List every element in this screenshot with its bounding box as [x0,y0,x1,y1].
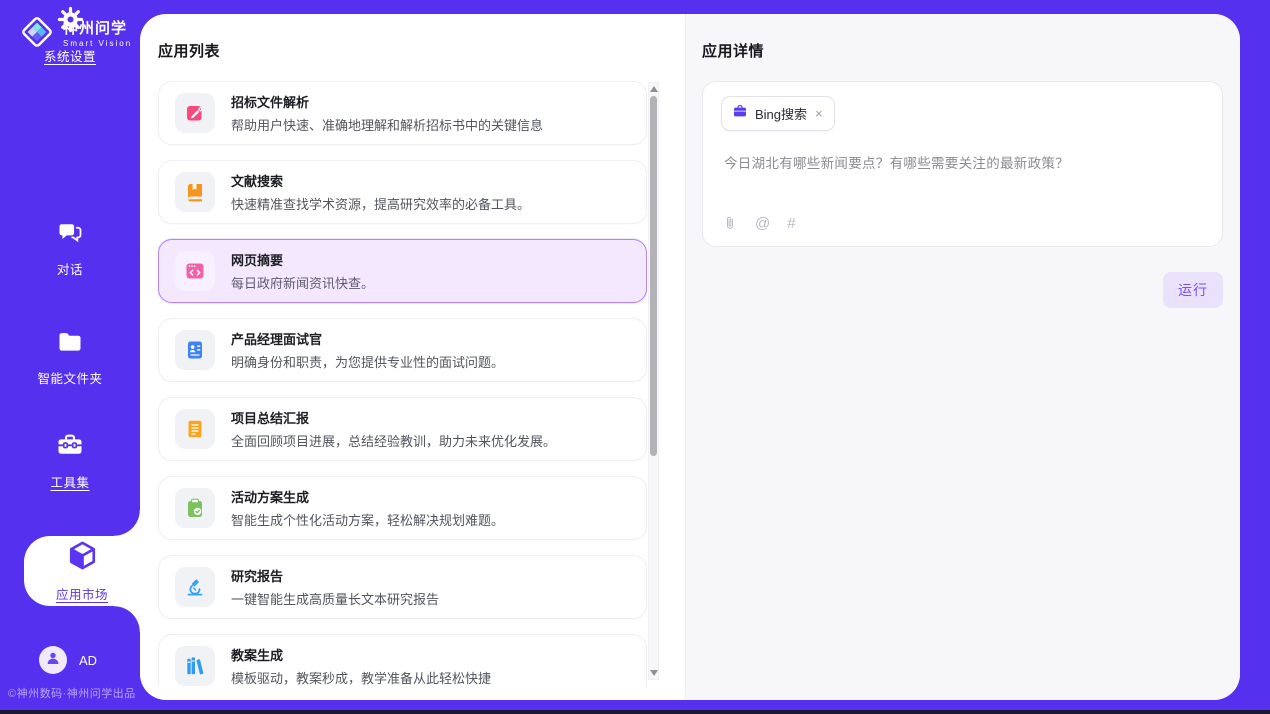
app-icon-box [175,93,215,133]
microscope-icon [183,575,207,599]
app-card[interactable]: 产品经理面试官 明确身份和职责，为您提供专业性的面试问题。 [158,318,647,382]
app-icon-box [175,646,215,686]
app-title: 教案生成 [231,645,491,664]
briefcase-icon [732,103,748,124]
sidebar-item[interactable]: 系统设置 [0,0,140,70]
app-title: 招标文件解析 [231,92,543,111]
app-icon-box [175,172,215,212]
app-list: 招标文件解析 帮助用户快速、准确地理解和解析招标书中的关键信息 文献搜索 快速精… [158,81,647,687]
app-description: 全面回顾项目进展，总结经验教训，助力未来优化发展。 [231,431,556,450]
app-description: 智能生成个性化活动方案，轻松解决规划难题。 [231,510,504,529]
app-list-scrollbar[interactable] [648,82,659,680]
books-icon [183,654,207,678]
sidebar-item[interactable]: 应用市场 [24,536,140,606]
app-card[interactable]: 文献搜索 快速精准查找学术资源，提高研究效率的必备工具。 [158,160,647,224]
gear-icon [56,5,85,39]
sidebar-item[interactable]: 对话 [0,213,140,283]
app-list-title: 应用列表 [158,40,685,61]
avatar[interactable] [39,646,67,674]
app-icon-box [175,409,215,449]
sidebar-item-label: 系统设置 [44,46,96,65]
app-icon-box [175,251,215,291]
user-initials: AD [79,653,97,668]
app-icon-box [175,330,215,370]
book-icon [183,180,207,204]
hashtag-icon[interactable]: # [787,216,795,231]
app-description: 快速精准查找学术资源，提高研究效率的必备工具。 [231,194,530,213]
bottom-edge-strip [0,710,1270,714]
clipboard-check-icon [183,496,207,520]
copyright-text: ©神州数码·神州问学出品 [8,685,136,701]
app-detail-title: 应用详情 [702,40,1223,61]
app-description: 每日政府新闻资讯快查。 [231,273,374,292]
app-description: 一键智能生成高质量长文本研究报告 [231,589,439,608]
cube-icon [66,539,99,577]
app-card[interactable]: 招标文件解析 帮助用户快速、准确地理解和解析招标书中的关键信息 [158,81,647,145]
toolbox-icon [55,430,85,465]
sidebar-item-label: 工具集 [50,472,89,491]
app-description: 帮助用户快速、准确地理解和解析招标书中的关键信息 [231,115,543,134]
prompt-card: Bing搜索 × 今日湖北有哪些新闻要点？有哪些需要关注的最新政策？ @ # [702,81,1223,247]
tag-close-icon[interactable]: × [814,107,824,120]
app-title: 活动方案生成 [231,487,504,506]
sidebar-item[interactable]: 工具集 [0,425,140,495]
sidebar-item[interactable]: 智能文件夹 [0,322,140,392]
browser-code-icon [183,259,207,283]
app-list-panel: 应用列表 招标文件解析 帮助用户快速、准确地理解和解析招标书中的关键信息 [140,14,685,700]
app-card[interactable]: 网页摘要 每日政府新闻资讯快查。 [158,239,647,303]
app-icon-box [175,488,215,528]
tool-tag-bing-search[interactable]: Bing搜索 × [721,96,835,131]
run-button[interactable]: 运行 [1163,272,1223,308]
app-detail-panel: 应用详情 Bing搜索 × 今日湖北有哪些新闻要点？有哪些需要关注的最新政策？ … [685,14,1240,700]
sidebar-item-label: 应用市场 [56,584,108,603]
user-row[interactable]: AD [39,646,97,674]
sidebar-item-label: 对话 [57,259,83,278]
mention-icon[interactable]: @ [755,216,770,231]
sidebar-item-label: 智能文件夹 [37,368,102,387]
app-title: 文献搜索 [231,171,530,190]
app-card[interactable]: 活动方案生成 智能生成个性化活动方案，轻松解决规划难题。 [158,476,647,540]
paperclip-icon[interactable] [722,214,738,233]
app-card[interactable]: 项目总结汇报 全面回顾项目进展，总结经验教训，助力未来优化发展。 [158,397,647,461]
person-icon [44,649,62,672]
sidebar-nav: 对话 智能文件夹 工具集 应用市场 系统设置 [0,0,140,710]
app-description: 明确身份和职责，为您提供专业性的面试问题。 [231,352,504,371]
app-title: 研究报告 [231,566,439,585]
report-icon [183,417,207,441]
main-panel: 应用列表 招标文件解析 帮助用户快速、准确地理解和解析招标书中的关键信息 [140,14,1240,700]
sidebar: 神州问学 Smart Vision 对话 智能文件夹 工具集 应用市场 [0,0,140,710]
app-card[interactable]: 研究报告 一键智能生成高质量长文本研究报告 [158,555,647,619]
app-title: 产品经理面试官 [231,329,504,348]
app-icon-box [175,567,215,607]
folder-icon [56,328,84,361]
doc-edit-icon [183,101,207,125]
scroll-down-icon[interactable] [649,667,658,679]
composer-toolbar: @ # [722,214,796,233]
resume-icon [183,338,207,362]
scroll-up-icon[interactable] [649,83,658,95]
chat-icon [56,219,84,252]
query-text[interactable]: 今日湖北有哪些新闻要点？有哪些需要关注的最新政策？ [724,152,1202,172]
app-title: 项目总结汇报 [231,408,556,427]
tool-tag-label: Bing搜索 [755,104,807,123]
scrollbar-thumb[interactable] [650,96,657,456]
app-description: 模板驱动，教案秒成，教学准备从此轻松快捷 [231,668,491,687]
app-title: 网页摘要 [231,250,374,269]
app-card[interactable]: 教案生成 模板驱动，教案秒成，教学准备从此轻松快捷 [158,634,647,687]
